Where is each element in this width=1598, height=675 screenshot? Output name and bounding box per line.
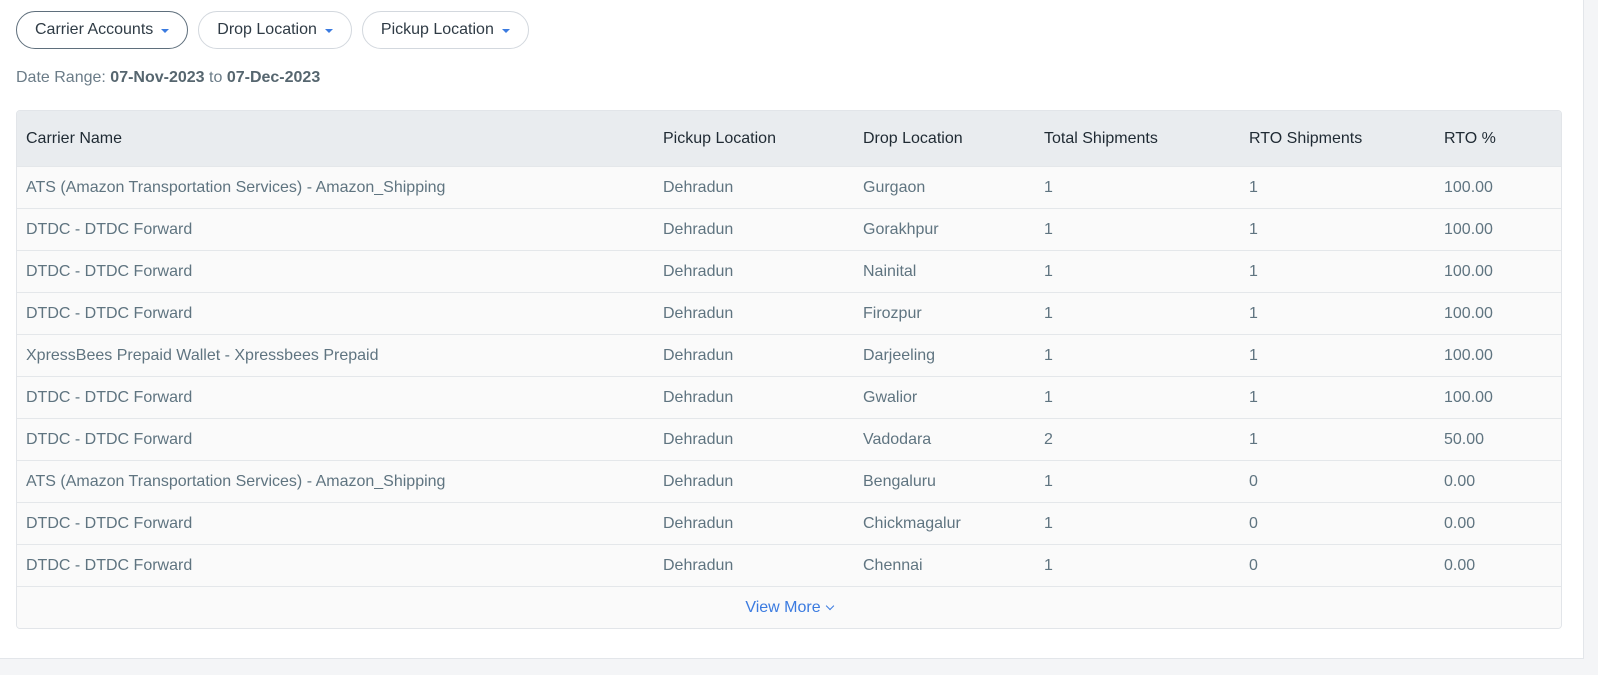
date-range-to: 07-Dec-2023 xyxy=(226,69,321,86)
carrier-name-cell: DTDC - DTDC Forward xyxy=(17,502,654,545)
rto-shipments-cell: 0 xyxy=(1240,502,1435,545)
rto-percent-cell: 100.00 xyxy=(1435,166,1561,209)
total-shipments-cell: 1 xyxy=(1035,292,1240,335)
rto-percent-cell: 100.00 xyxy=(1435,376,1561,419)
rto-shipments-cell: 1 xyxy=(1240,250,1435,293)
view-more-button[interactable]: View More xyxy=(745,598,834,617)
column-header-rto-percent: RTO % xyxy=(1435,111,1561,167)
rto-table: Carrier Name Pickup Location Drop Locati… xyxy=(17,111,1561,586)
table-row: DTDC - DTDC Forward Dehradun Firozpur 1 … xyxy=(17,292,1561,335)
carrier-name-cell: DTDC - DTDC Forward xyxy=(17,208,654,251)
table-row: DTDC - DTDC Forward Dehradun Vadodara 2 … xyxy=(17,418,1561,461)
total-shipments-cell: 1 xyxy=(1035,250,1240,293)
rto-percent-cell: 100.00 xyxy=(1435,292,1561,335)
rto-percent-cell: 0.00 xyxy=(1435,544,1561,586)
drop-location-cell: Bengaluru xyxy=(854,460,1035,503)
rto-percent-cell: 100.00 xyxy=(1435,208,1561,251)
date-range-label: Date Range: xyxy=(16,69,106,86)
rto-shipments-cell: 1 xyxy=(1240,376,1435,419)
pickup-location-filter[interactable]: Pickup Location xyxy=(361,11,529,49)
pickup-location-cell: Dehradun xyxy=(654,418,854,461)
rto-percent-cell: 50.00 xyxy=(1435,418,1561,461)
report-panel: Carrier Accounts Drop Location Pickup Lo… xyxy=(0,0,1584,659)
rto-shipments-cell: 0 xyxy=(1240,460,1435,503)
pickup-location-cell: Dehradun xyxy=(654,376,854,419)
rto-shipments-cell: 1 xyxy=(1240,166,1435,209)
carrier-name-cell: ATS (Amazon Transportation Services) - A… xyxy=(17,166,654,209)
pickup-location-cell: Dehradun xyxy=(654,544,854,586)
pickup-location-cell: Dehradun xyxy=(654,166,854,209)
pickup-location-filter-label: Pickup Location xyxy=(380,21,494,38)
drop-location-cell: Nainital xyxy=(854,250,1035,293)
date-range: Date Range: 07-Nov-2023 to 07-Dec-2023 xyxy=(16,69,320,87)
rto-shipments-cell: 0 xyxy=(1240,544,1435,586)
filter-bar: Carrier Accounts Drop Location Pickup Lo… xyxy=(16,11,529,49)
date-range-separator: to xyxy=(209,69,223,86)
caret-down-icon xyxy=(161,29,170,33)
carrier-name-cell: DTDC - DTDC Forward xyxy=(17,292,654,335)
drop-location-cell: Chickmagalur xyxy=(854,502,1035,545)
view-more-label: View More xyxy=(745,598,821,616)
rto-shipments-cell: 1 xyxy=(1240,334,1435,377)
view-more-row: View More xyxy=(17,586,1561,628)
total-shipments-cell: 1 xyxy=(1035,460,1240,503)
rto-percent-cell: 0.00 xyxy=(1435,502,1561,545)
pickup-location-cell: Dehradun xyxy=(654,502,854,545)
drop-location-cell: Gurgaon xyxy=(854,166,1035,209)
rto-percent-cell: 100.00 xyxy=(1435,250,1561,293)
column-header-rto-shipments: RTO Shipments xyxy=(1240,111,1435,167)
drop-location-cell: Gwalior xyxy=(854,376,1035,419)
pickup-location-cell: Dehradun xyxy=(654,292,854,335)
column-header-pickup-location: Pickup Location xyxy=(654,111,854,167)
rto-shipments-cell: 1 xyxy=(1240,292,1435,335)
table-row: ATS (Amazon Transportation Services) - A… xyxy=(17,166,1561,209)
drop-location-cell: Firozpur xyxy=(854,292,1035,335)
total-shipments-cell: 1 xyxy=(1035,376,1240,419)
caret-down-icon xyxy=(501,29,510,33)
table-row: DTDC - DTDC Forward Dehradun Gwalior 1 1… xyxy=(17,376,1561,419)
table-row: DTDC - DTDC Forward Dehradun Gorakhpur 1… xyxy=(17,208,1561,251)
drop-location-cell: Vadodara xyxy=(854,418,1035,461)
table-row: DTDC - DTDC Forward Dehradun Chickmagalu… xyxy=(17,502,1561,545)
chevron-down-icon xyxy=(825,601,834,610)
pickup-location-cell: Dehradun xyxy=(654,334,854,377)
table-row: ATS (Amazon Transportation Services) - A… xyxy=(17,460,1561,503)
table-row: DTDC - DTDC Forward Dehradun Chennai 1 0… xyxy=(17,544,1561,586)
rto-shipments-cell: 1 xyxy=(1240,208,1435,251)
carrier-name-cell: DTDC - DTDC Forward xyxy=(17,376,654,419)
drop-location-cell: Gorakhpur xyxy=(854,208,1035,251)
total-shipments-cell: 1 xyxy=(1035,208,1240,251)
table-row: XpressBees Prepaid Wallet - Xpressbees P… xyxy=(17,334,1561,377)
carrier-name-cell: DTDC - DTDC Forward xyxy=(17,418,654,461)
total-shipments-cell: 1 xyxy=(1035,502,1240,545)
rto-shipments-cell: 1 xyxy=(1240,418,1435,461)
table-header-row: Carrier Name Pickup Location Drop Locati… xyxy=(17,111,1561,167)
column-header-drop-location: Drop Location xyxy=(854,111,1035,167)
drop-location-filter[interactable]: Drop Location xyxy=(198,11,352,49)
pickup-location-cell: Dehradun xyxy=(654,460,854,503)
total-shipments-cell: 1 xyxy=(1035,544,1240,586)
drop-location-filter-label: Drop Location xyxy=(217,21,317,38)
drop-location-cell: Chennai xyxy=(854,544,1035,586)
drop-location-cell: Darjeeling xyxy=(854,334,1035,377)
pickup-location-cell: Dehradun xyxy=(654,250,854,293)
rto-percent-cell: 100.00 xyxy=(1435,334,1561,377)
carrier-name-cell: DTDC - DTDC Forward xyxy=(17,544,654,586)
carrier-name-cell: DTDC - DTDC Forward xyxy=(17,250,654,293)
carrier-name-cell: XpressBees Prepaid Wallet - Xpressbees P… xyxy=(17,334,654,377)
caret-down-icon xyxy=(324,29,333,33)
rto-table-container: Carrier Name Pickup Location Drop Locati… xyxy=(16,110,1562,629)
column-header-total-shipments: Total Shipments xyxy=(1035,111,1240,167)
column-header-carrier-name: Carrier Name xyxy=(17,111,654,167)
carrier-name-cell: ATS (Amazon Transportation Services) - A… xyxy=(17,460,654,503)
pickup-location-cell: Dehradun xyxy=(654,208,854,251)
rto-percent-cell: 0.00 xyxy=(1435,460,1561,503)
date-range-from: 07-Nov-2023 xyxy=(110,69,205,86)
carrier-accounts-filter[interactable]: Carrier Accounts xyxy=(16,11,189,49)
total-shipments-cell: 1 xyxy=(1035,334,1240,377)
table-row: DTDC - DTDC Forward Dehradun Nainital 1 … xyxy=(17,250,1561,293)
carrier-accounts-filter-label: Carrier Accounts xyxy=(35,21,154,38)
total-shipments-cell: 1 xyxy=(1035,166,1240,209)
total-shipments-cell: 2 xyxy=(1035,418,1240,461)
